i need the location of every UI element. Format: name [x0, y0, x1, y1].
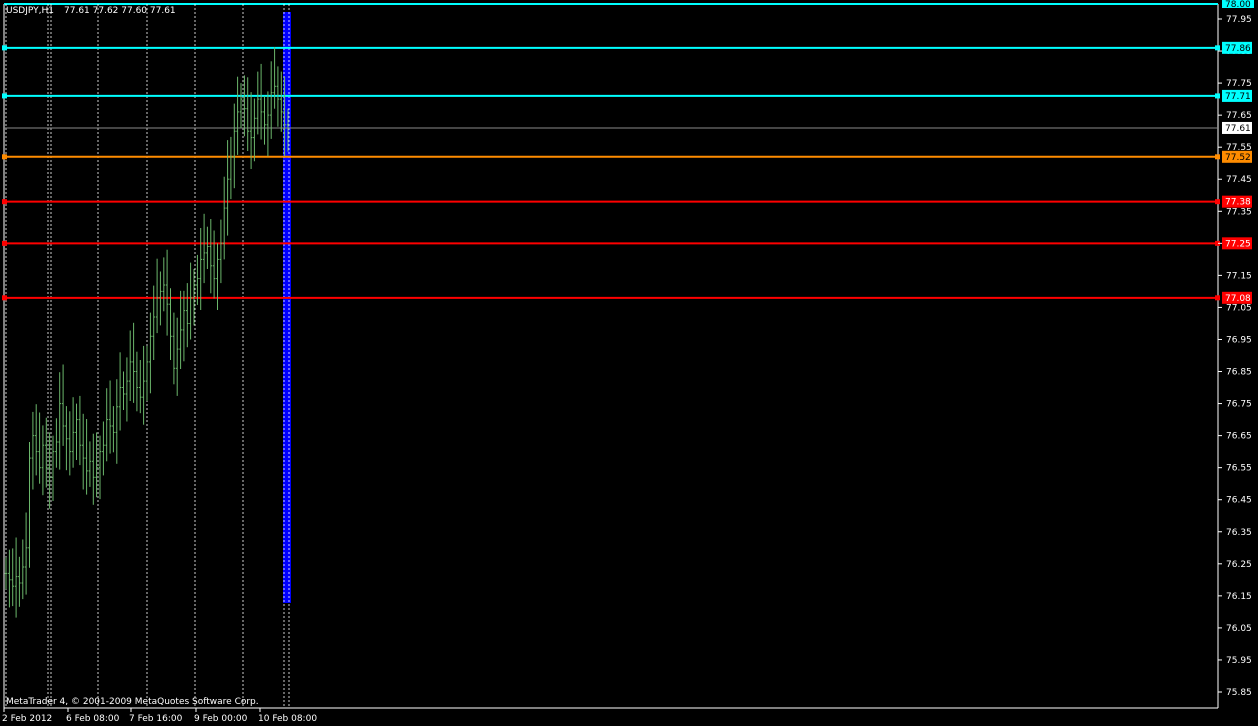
- price-tick-label: 76.45: [1226, 496, 1252, 506]
- price-tick-label: 77.95: [1226, 15, 1252, 25]
- level-handle-left[interactable]: [2, 295, 7, 301]
- level-handle-left[interactable]: [2, 199, 7, 205]
- level-price-label: 77.08: [1225, 294, 1251, 304]
- level-handle-left[interactable]: [2, 154, 7, 160]
- price-tick-label: 76.65: [1226, 432, 1252, 442]
- level-price-label: 77.25: [1225, 239, 1251, 249]
- level-handle-right[interactable]: [1215, 93, 1220, 99]
- price-tick-label: 76.75: [1226, 400, 1252, 410]
- current-price-label: 77.61: [1225, 124, 1251, 134]
- level-price-label: 77.38: [1225, 198, 1251, 208]
- level-price-label: 77.71: [1225, 92, 1251, 102]
- price-tick-label: 77.35: [1226, 207, 1252, 217]
- time-axis: 2 Feb 2012 6 Feb 08:00 7 Feb 16:00 9 Feb 00…: [2, 708, 317, 724]
- price-tick-label: 75.95: [1226, 656, 1252, 666]
- level-handle-right[interactable]: [1215, 154, 1220, 160]
- top-line-label: 78.00: [1225, 0, 1251, 10]
- price-tick-label: 76.95: [1226, 335, 1252, 345]
- price-tick-label: 76.55: [1226, 464, 1252, 474]
- price-tick-label: 77.05: [1226, 303, 1252, 313]
- price-tick-label: 77.65: [1226, 111, 1252, 121]
- level-handle-right[interactable]: [1215, 295, 1220, 301]
- price-tick-label: 77.15: [1226, 271, 1252, 281]
- price-tick-label: 77.45: [1226, 175, 1252, 185]
- level-handle-left[interactable]: [2, 93, 7, 99]
- level-handle-left[interactable]: [2, 45, 7, 51]
- time-tick-label: 2 Feb 2012: [2, 714, 52, 724]
- time-tick-label: 9 Feb 00:00: [194, 714, 248, 724]
- chart-header-symbol: USDJPY,H1: [6, 6, 54, 16]
- price-tick-label: 77.75: [1226, 79, 1252, 89]
- time-tick-label: 10 Feb 08:00: [258, 714, 317, 724]
- time-tick-label: 7 Feb 16:00: [129, 714, 183, 724]
- price-tick-label: 76.05: [1226, 624, 1252, 634]
- level-handle-right[interactable]: [1215, 199, 1220, 205]
- level-price-label: 77.86: [1225, 44, 1251, 54]
- price-tick-label: 76.25: [1226, 560, 1252, 570]
- price-tick-label: 76.35: [1226, 528, 1252, 538]
- chart-header-ohlc: 77.61 77.62 77.60 77.61: [64, 6, 176, 16]
- level-handle-right[interactable]: [1215, 45, 1220, 51]
- price-tick-label: 76.15: [1226, 592, 1252, 602]
- level-handle-left[interactable]: [2, 240, 7, 246]
- chart-frame: [3, 4, 1219, 709]
- copyright-text: MetaTrader 4, © 2001-2009 MetaQuotes Sof…: [6, 697, 259, 707]
- price-tick-label: 75.85: [1226, 688, 1252, 698]
- price-axis: 77.9577.8577.7577.6577.5577.4577.3577.25…: [1218, 0, 1254, 698]
- chart-canvas[interactable]: 77.9577.8577.7577.6577.5577.4577.3577.25…: [0, 0, 1258, 726]
- time-tick-label: 6 Feb 08:00: [66, 714, 120, 724]
- price-tick-label: 76.85: [1226, 368, 1252, 378]
- level-price-label: 77.52: [1225, 153, 1251, 163]
